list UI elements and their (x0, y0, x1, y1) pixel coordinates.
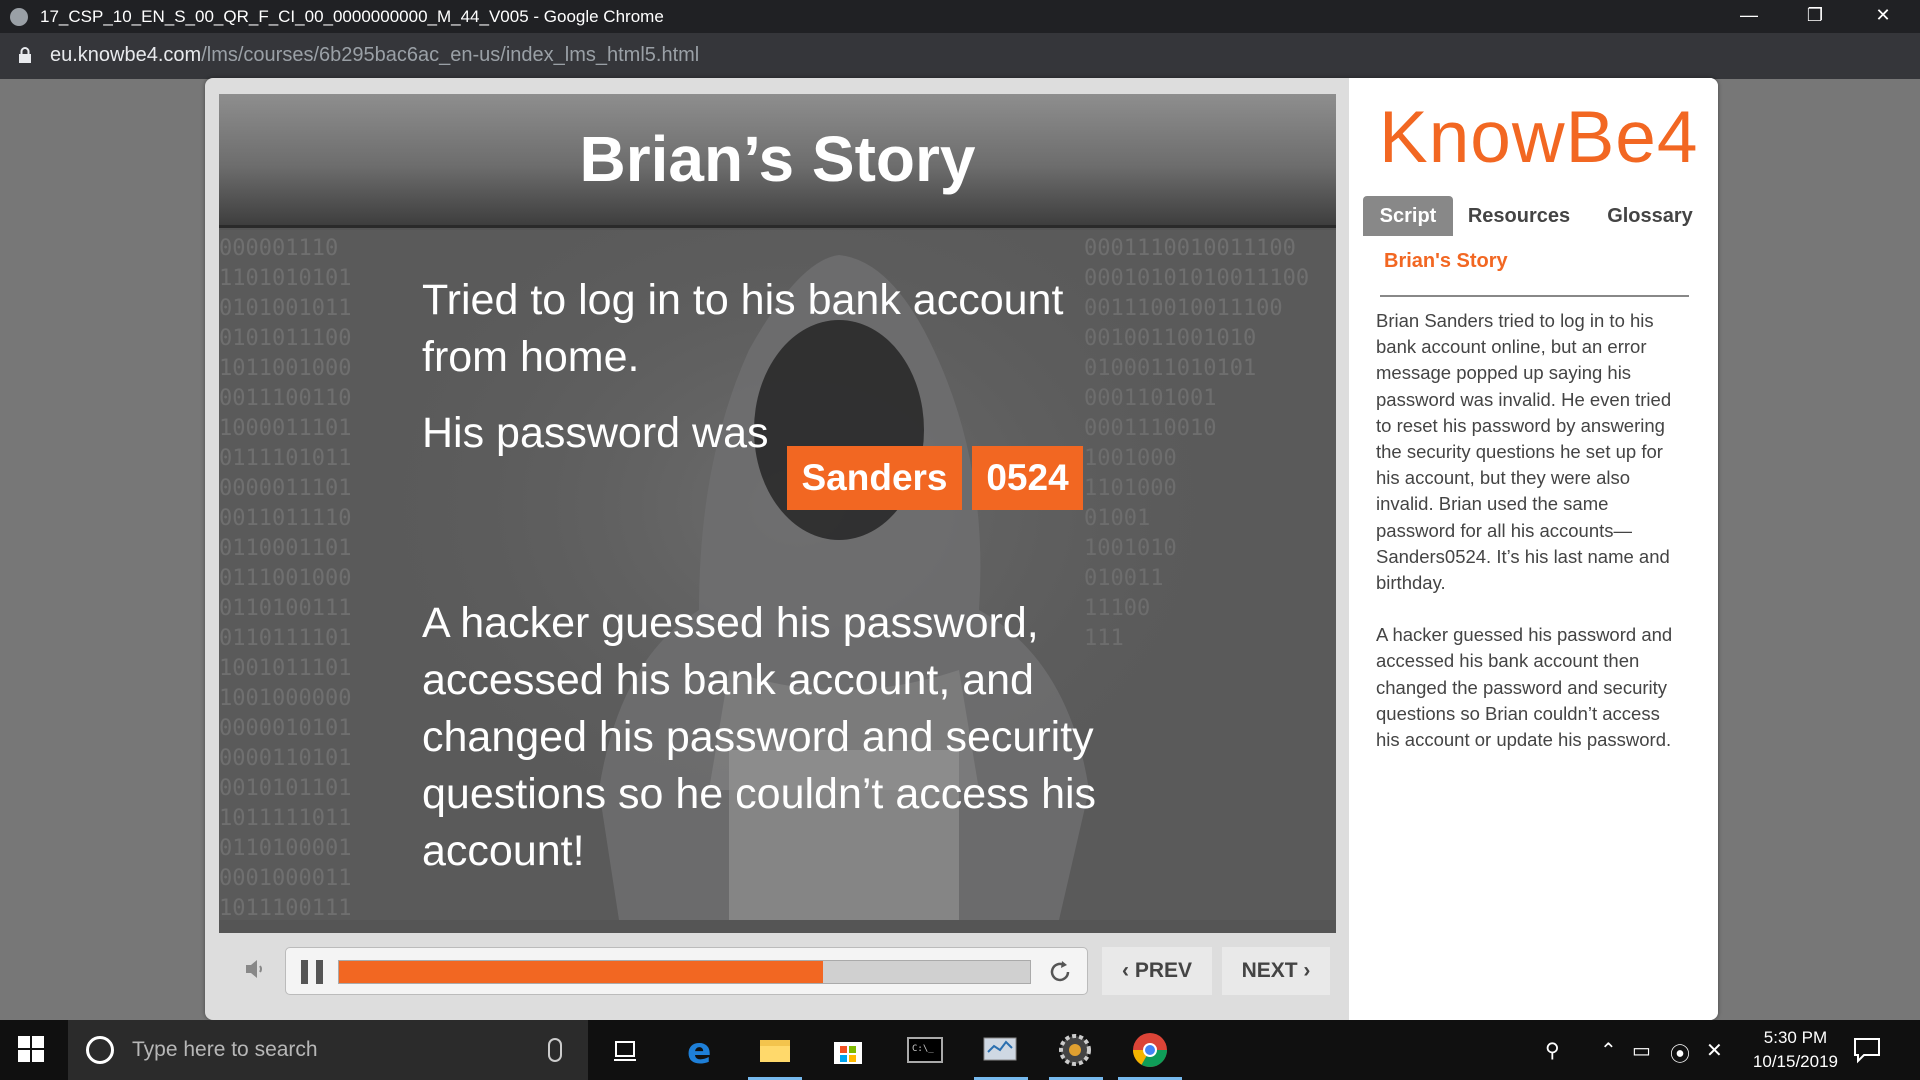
show-hidden-icons-icon[interactable]: ⌃ (1600, 1038, 1617, 1063)
url-path: /lms/courses/6b295bac6ac_en-us/index_lms… (201, 44, 700, 66)
slide-header: Brian’s Story (219, 94, 1336, 228)
tab-resources[interactable]: Resources (1455, 196, 1583, 236)
progress-fill (339, 961, 823, 983)
action-center-icon[interactable] (1852, 1035, 1882, 1065)
story-line-3: A hacker guessed his password, accessed … (422, 599, 1097, 875)
progress-bar[interactable] (338, 960, 1031, 984)
binary-background-left: 000001110 1101010101 0101001011 01010111… (219, 236, 352, 920)
taskbar: Type here to search e C:\_ ⚲ ⌃ ▭ ⦿ ✕ 5:3… (0, 1020, 1920, 1080)
pause-icon[interactable] (301, 960, 323, 984)
progress-shell (285, 947, 1088, 995)
next-label: NEXT (1241, 959, 1298, 982)
story-line-1: Tried to log in to his bank account from… (422, 276, 1064, 381)
svg-text:e: e (687, 1031, 711, 1070)
slide-body: 000001110 1101010101 0101001011 01010111… (219, 230, 1336, 920)
script-paragraph-1: Brian Sanders tried to log in to his ban… (1376, 310, 1672, 594)
knowbe4-logo: KnowBe4 (1379, 97, 1699, 178)
script-text: Brian Sanders tried to log in to his ban… (1376, 308, 1686, 779)
cortana-icon (86, 1036, 114, 1064)
wifi-icon[interactable]: ⦿ (1670, 1038, 1690, 1067)
monitor-app-icon[interactable] (980, 1030, 1020, 1070)
lock-icon (19, 47, 31, 63)
chevron-right-icon: › (1297, 959, 1311, 982)
replay-icon[interactable] (1046, 958, 1074, 986)
chrome-icon[interactable] (1130, 1030, 1170, 1070)
address-bar[interactable]: eu.knowbe4.com/lms/courses/6b295bac6ac_e… (0, 33, 1920, 79)
system-clock[interactable]: 5:30 PM 10/15/2019 (1753, 1026, 1838, 1074)
restore-button[interactable]: ❐ (1782, 0, 1848, 33)
next-button[interactable]: NEXT › (1222, 947, 1330, 995)
microphone-icon[interactable] (548, 1038, 562, 1062)
edge-browser-icon[interactable]: e (681, 1030, 721, 1070)
taskbar-search[interactable]: Type here to search (68, 1020, 588, 1080)
task-view-icon[interactable] (606, 1030, 646, 1070)
slide-panel: Brian’s Story 000001110 1101010101 01010… (219, 94, 1336, 1006)
minimize-button[interactable]: — (1716, 0, 1782, 33)
clock-date: 10/15/2019 (1752, 1052, 1838, 1071)
prev-label: PREV (1134, 959, 1192, 982)
battery-icon[interactable]: ▭ (1632, 1038, 1651, 1063)
sidebar: KnowBe4 Script Resources Glossary Brian'… (1349, 78, 1718, 1020)
slide-title: Brian’s Story (579, 123, 976, 195)
script-paragraph-2: A hacker guessed his password and access… (1376, 624, 1673, 751)
windows-start-icon[interactable] (16, 1034, 46, 1064)
sidebar-tabs: Script Resources Glossary (1363, 196, 1718, 236)
microsoft-store-icon[interactable] (828, 1030, 868, 1070)
course-player: Brian’s Story 000001110 1101010101 01010… (205, 78, 1718, 1020)
password-tag-sanders: Sanders (787, 446, 962, 510)
people-icon[interactable]: ⚲ (1545, 1038, 1560, 1063)
volume-muted-icon[interactable]: ✕ (1706, 1038, 1723, 1063)
search-placeholder: Type here to search (132, 1038, 318, 1061)
file-explorer-icon[interactable] (755, 1030, 795, 1070)
svg-text:C:\_: C:\_ (912, 1044, 934, 1054)
player-controls: ‹ PREV NEXT › (219, 933, 1336, 1008)
divider (1380, 295, 1689, 297)
story-line-2: His password was (422, 409, 769, 457)
page-favicon-icon (10, 8, 28, 26)
gear-app-icon[interactable] (1055, 1030, 1095, 1070)
url-text[interactable]: eu.knowbe4.com/lms/courses/6b295bac6ac_e… (50, 44, 699, 67)
tab-glossary[interactable]: Glossary (1585, 196, 1715, 236)
terminal-icon[interactable]: C:\_ (905, 1030, 945, 1070)
browser-titlebar: 17_CSP_10_EN_S_00_QR_F_CI_00_0000000000_… (0, 0, 1920, 33)
chevron-left-icon: ‹ (1121, 959, 1135, 982)
password-tag-0524: 0524 (972, 446, 1083, 510)
prev-button[interactable]: ‹ PREV (1102, 947, 1212, 995)
close-button[interactable]: ✕ (1850, 0, 1916, 33)
speaker-icon[interactable] (244, 957, 268, 981)
window-title: 17_CSP_10_EN_S_00_QR_F_CI_00_0000000000_… (40, 7, 664, 26)
tab-script[interactable]: Script (1363, 196, 1453, 236)
clock-time: 5:30 PM (1763, 1028, 1828, 1047)
script-title: Brian's Story (1384, 250, 1508, 272)
url-host: eu.knowbe4.com (50, 44, 202, 66)
